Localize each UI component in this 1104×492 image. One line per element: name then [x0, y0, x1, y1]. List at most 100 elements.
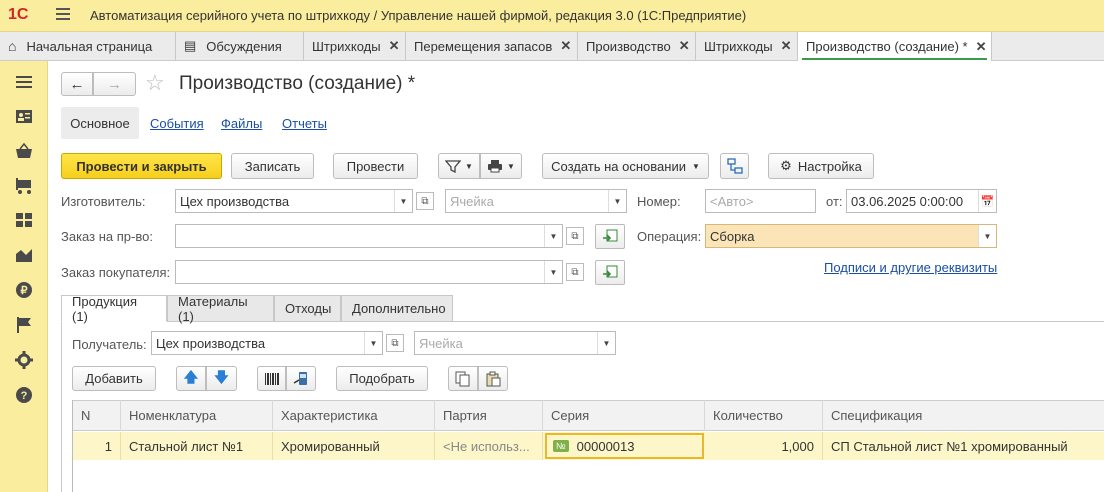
move-down-button[interactable]: 🡇 — [206, 366, 237, 391]
data-collection-button[interactable] — [286, 366, 316, 391]
basket-icon[interactable] — [15, 142, 33, 160]
post-and-close-button[interactable]: Провести и закрыть — [61, 153, 222, 179]
tab-additional[interactable]: Дополнительно — [341, 295, 453, 322]
close-icon[interactable]: ✕ — [560, 38, 571, 54]
cell-field[interactable]: Ячейка ▼ — [445, 189, 627, 213]
column-header-quantity[interactable]: Количество — [705, 400, 823, 431]
date-field[interactable]: 03.06.2025 0:00:00 📅 — [846, 189, 997, 213]
help-icon[interactable]: ? — [15, 386, 33, 404]
chevron-down-icon[interactable]: ▼ — [978, 225, 996, 247]
receiver-label: Получатель: — [72, 337, 147, 352]
number-label: Номер: — [637, 194, 681, 209]
save-button[interactable]: Записать — [231, 153, 314, 179]
row-quantity[interactable]: 1,000 — [705, 432, 823, 460]
close-icon[interactable]: ✕ — [781, 38, 792, 54]
section-events[interactable]: События — [150, 116, 204, 131]
tab-home[interactable]: ⌂ Начальная страница — [0, 32, 176, 60]
pick-button[interactable]: Подобрать — [336, 366, 428, 391]
customer-order-field[interactable]: ▼ — [175, 260, 563, 284]
column-header-series[interactable]: Серия — [543, 400, 705, 431]
section-main[interactable]: Основное — [61, 107, 139, 139]
ruble-icon[interactable]: ₽ — [15, 281, 33, 299]
column-header-batch[interactable]: Партия — [435, 400, 543, 431]
filter-button[interactable]: ▼ — [438, 153, 480, 179]
row-batch[interactable]: <Не использ... — [435, 432, 543, 460]
settings-icon[interactable] — [15, 351, 33, 369]
structure-button[interactable] — [720, 153, 749, 179]
open-icon[interactable]: ⧉ — [386, 334, 404, 352]
menu-icon[interactable] — [15, 73, 33, 91]
chevron-down-icon[interactable]: ▼ — [364, 332, 382, 354]
section-label: Основное — [70, 115, 130, 131]
tab-production[interactable]: Производство ✕ — [578, 32, 696, 60]
receiver-cell-field[interactable]: Ячейка ▼ — [414, 331, 616, 355]
move-up-button[interactable]: 🡅 — [176, 366, 206, 391]
tab-products[interactable]: Продукция (1) — [61, 294, 167, 324]
row-characteristic[interactable]: Хромированный — [273, 432, 435, 460]
close-icon[interactable]: ✕ — [389, 38, 400, 54]
row-series-value: 00000013 — [576, 438, 635, 454]
tab-production-new[interactable]: Производство (создание) * ✕ — [798, 32, 992, 61]
contacts-icon[interactable] — [15, 107, 33, 125]
column-header-spec[interactable]: Спецификация — [823, 400, 1104, 431]
barcode-button[interactable] — [257, 366, 286, 391]
tab-barcodes-2[interactable]: Штрихкоды ✕ — [696, 32, 798, 60]
cart-icon[interactable] — [15, 177, 33, 195]
tab-discussions[interactable]: ▤ Обсуждения — [176, 32, 304, 60]
production-order-field[interactable]: ▼ — [175, 224, 563, 248]
tab-barcodes-1[interactable]: Штрихкоды ✕ — [304, 32, 406, 60]
open-icon[interactable]: ⧉ — [566, 227, 584, 245]
fill-customer-order-button[interactable] — [595, 260, 625, 285]
series-number-icon: № — [553, 440, 569, 452]
calendar-icon[interactable]: 📅 — [978, 190, 996, 212]
column-header-item[interactable]: Номенклатура — [121, 400, 273, 431]
section-reports[interactable]: Отчеты — [282, 116, 327, 131]
back-button[interactable]: ← — [61, 72, 93, 96]
operation-field[interactable]: Сборка ▼ — [705, 224, 997, 248]
manufacturer-field[interactable]: Цех производства ▼ — [175, 189, 413, 213]
open-icon[interactable]: ⧉ — [416, 192, 434, 210]
chevron-down-icon[interactable]: ▼ — [544, 225, 562, 247]
receiver-field[interactable]: Цех производства ▼ — [151, 331, 383, 355]
paste-rows-button[interactable] — [478, 366, 508, 391]
grid-icon[interactable] — [15, 211, 33, 229]
tab-label: Производство (создание) * — [806, 39, 968, 54]
chart-icon[interactable] — [15, 246, 33, 264]
chevron-down-icon[interactable]: ▼ — [544, 261, 562, 283]
tab-waste[interactable]: Отходы — [274, 295, 341, 322]
tab-stock-transfers[interactable]: Перемещения запасов ✕ — [406, 32, 578, 60]
main-menu-icon[interactable] — [56, 8, 70, 22]
flag-icon[interactable] — [15, 316, 33, 334]
chevron-down-icon[interactable]: ▼ — [608, 190, 626, 212]
arrow-up-icon: 🡅 — [183, 368, 199, 385]
section-files[interactable]: Файлы — [221, 116, 262, 131]
close-icon[interactable]: ✕ — [679, 38, 690, 54]
chevron-down-icon[interactable]: ▼ — [394, 190, 412, 212]
settings-button[interactable]: ⚙ Настройка — [768, 153, 874, 179]
forward-button[interactable]: → — [93, 72, 136, 96]
add-row-button[interactable]: Добавить — [72, 366, 156, 391]
gear-icon: ⚙ — [780, 158, 792, 173]
signatures-link[interactable]: Подписи и другие реквизиты — [824, 260, 997, 275]
column-header-characteristic[interactable]: Характеристика — [273, 400, 435, 431]
sidebar: ₽ ? — [0, 61, 48, 492]
row-spec[interactable]: СП Стальной лист №1 хромированный — [823, 432, 1104, 460]
create-based-on-button[interactable]: Создать на основании ▼ — [542, 153, 709, 179]
chevron-down-icon[interactable]: ▼ — [597, 332, 615, 354]
filter-icon — [445, 160, 462, 173]
tab-label: Начальная страница — [26, 38, 153, 54]
fill-production-order-button[interactable] — [595, 224, 625, 249]
favorite-star-icon[interactable]: ☆ — [145, 70, 165, 96]
copy-rows-button[interactable] — [448, 366, 478, 391]
row-series-cell[interactable]: № 00000013 — [545, 433, 704, 459]
column-header-n[interactable]: N — [73, 400, 121, 431]
post-button[interactable]: Провести — [333, 153, 418, 179]
row-number: 1 — [73, 432, 121, 460]
row-item[interactable]: Стальной лист №1 — [121, 432, 273, 460]
number-field[interactable]: <Авто> — [705, 189, 816, 213]
title-bar: 1С Автоматизация серийного учета по штри… — [0, 0, 1104, 32]
print-button[interactable]: ▼ — [480, 153, 522, 179]
tab-materials[interactable]: Материалы (1) — [167, 294, 274, 324]
close-icon[interactable]: ✕ — [976, 39, 987, 55]
open-icon[interactable]: ⧉ — [566, 263, 584, 281]
